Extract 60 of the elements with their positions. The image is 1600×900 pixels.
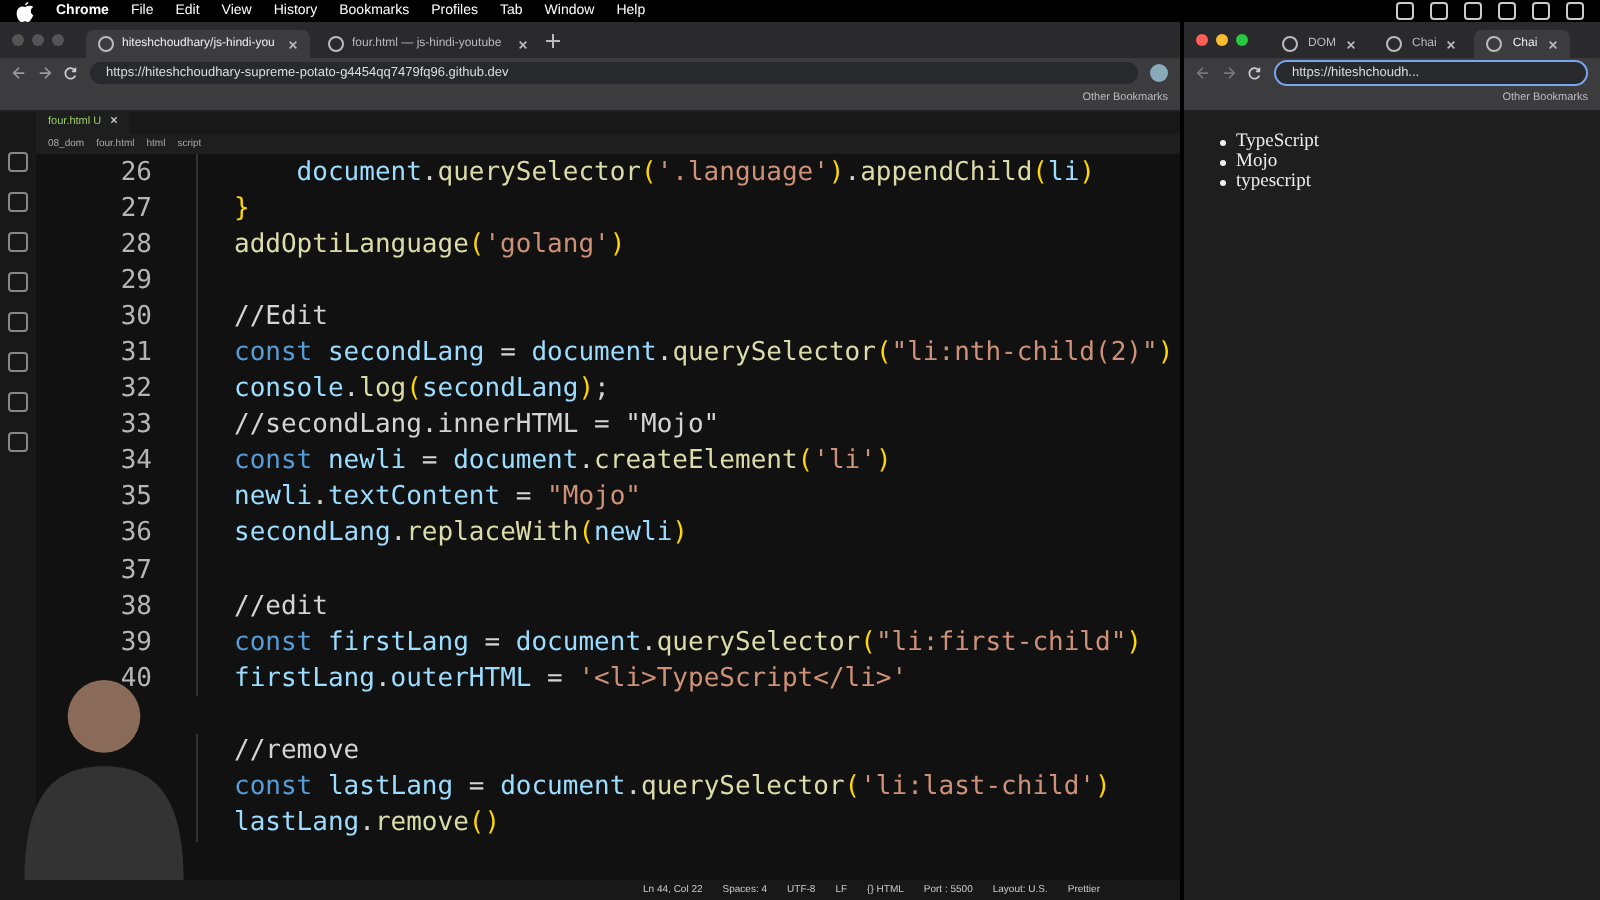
line-number: 38 xyxy=(120,591,152,622)
line-number: 26 xyxy=(120,157,152,188)
profile-avatar[interactable] xyxy=(1150,63,1168,81)
code-line: const secondLang = document.querySelector("li:nth-child(2)") xyxy=(234,338,1174,369)
bullet-icon xyxy=(1220,139,1226,145)
line-number: 34 xyxy=(120,446,152,477)
line-number: 31 xyxy=(120,338,152,369)
forward-icon[interactable] xyxy=(1222,65,1236,79)
bullet-icon xyxy=(1220,159,1226,165)
close-icon[interactable] xyxy=(1346,39,1356,49)
close-icon[interactable] xyxy=(288,39,298,49)
activity-bar-icon[interactable] xyxy=(8,192,28,212)
code-line: newli.textContent = "Mojo" xyxy=(234,482,642,513)
close-icon[interactable] xyxy=(1547,39,1558,49)
apple-logo-icon[interactable] xyxy=(16,1,34,21)
line-number: 36 xyxy=(120,518,152,549)
close-icon[interactable] xyxy=(1446,39,1457,49)
code-line: lastLang.remove() xyxy=(234,808,501,839)
code-line: const newli = document.createElement('li') xyxy=(234,446,892,477)
activity-bar-icon[interactable] xyxy=(8,312,28,332)
new-tab-icon[interactable] xyxy=(546,33,560,47)
line-number: 39 xyxy=(120,627,152,658)
line-number: 35 xyxy=(120,482,152,513)
close-icon[interactable] xyxy=(518,39,528,49)
line-number: 32 xyxy=(120,374,152,405)
activity-bar-icon[interactable] xyxy=(8,392,28,412)
list-item: typescript xyxy=(1236,172,1311,192)
line-number: 37 xyxy=(120,555,152,586)
code-line: const firstLang = document.querySelector("li:first-child") xyxy=(234,627,1142,658)
activity-bar-icon[interactable] xyxy=(8,152,28,172)
code-line: //remove xyxy=(234,736,360,767)
line-number: 27 xyxy=(120,193,152,224)
reload-icon[interactable] xyxy=(1248,65,1262,79)
line-number: 40 xyxy=(120,663,152,694)
line-number: 30 xyxy=(120,301,152,332)
bullet-icon xyxy=(1220,179,1226,185)
code-line: secondLang.replaceWith(newli) xyxy=(234,518,688,549)
code-line: //Edit xyxy=(234,301,328,332)
back-icon[interactable] xyxy=(12,65,26,79)
activity-bar-icon[interactable] xyxy=(8,272,28,292)
code-line: const lastLang = document.querySelector('li:last-child') xyxy=(234,772,1111,803)
back-icon[interactable] xyxy=(1196,65,1210,79)
list-item: TypeScript xyxy=(1236,132,1320,152)
code-line: } xyxy=(234,193,250,224)
activity-bar-icon[interactable] xyxy=(8,232,28,252)
line-number: 33 xyxy=(120,410,152,441)
code-line: //secondLang.innerHTML = "Mojo" xyxy=(234,410,720,441)
line-number: 29 xyxy=(120,265,152,296)
code-line: addOptiLanguage('golang') xyxy=(234,229,626,260)
activity-bar-icon[interactable] xyxy=(8,352,28,372)
code-line: document.querySelector('.language').appendChild(li) xyxy=(294,157,1095,188)
code-line: console.log(secondLang); xyxy=(234,374,610,405)
forward-icon[interactable] xyxy=(38,65,52,79)
list-item: Mojo xyxy=(1236,152,1278,172)
code-line: firstLang.outerHTML = '<li>TypeScript</li>' xyxy=(234,663,908,694)
activity-bar-icon[interactable] xyxy=(8,432,28,452)
reload-icon[interactable] xyxy=(64,65,78,79)
line-number: 28 xyxy=(120,229,152,260)
code-line: //edit xyxy=(234,591,328,622)
close-icon[interactable] xyxy=(109,116,118,124)
